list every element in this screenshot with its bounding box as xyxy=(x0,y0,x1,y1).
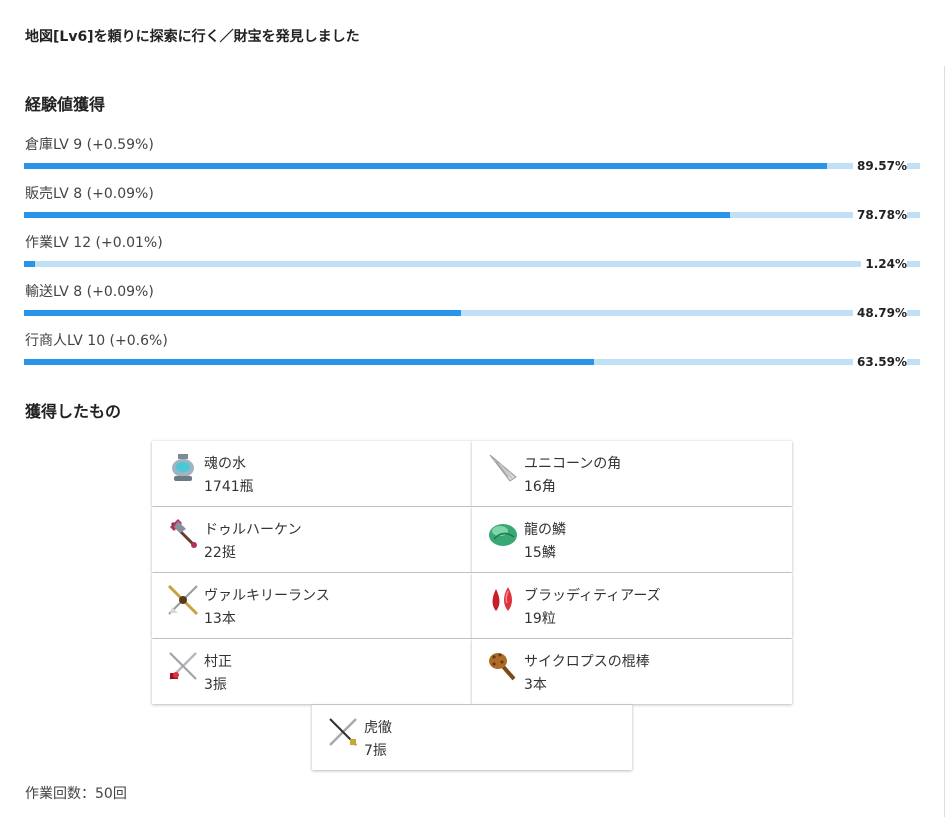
exp-list: 倉庫LV 9 (+0.59%) 89.57% 販売LV 8 (+0.09%) 7… xyxy=(24,134,920,379)
exp-percent: 1.24% xyxy=(861,257,907,271)
item-count: 15鱗 xyxy=(524,545,556,561)
exp-label: 輸送LV 8 (+0.09%) xyxy=(25,284,154,300)
soul-water-icon xyxy=(166,451,200,485)
exp-row-work: 作業LV 12 (+0.01%) 1.24% xyxy=(24,232,920,281)
item-count: 22挺 xyxy=(204,545,236,561)
item-card-kotetsu[interactable]: 虎徹 7振 xyxy=(312,705,632,770)
exp-label: 倉庫LV 9 (+0.59%) xyxy=(25,137,154,153)
item-count: 16角 xyxy=(524,479,556,495)
unicorn-horn-icon xyxy=(486,451,520,485)
item-name: ヴァルキリーランス xyxy=(204,588,330,604)
exp-row-peddler: 行商人LV 10 (+0.6%) 63.59% xyxy=(24,330,920,379)
item-name: 村正 xyxy=(204,654,232,670)
item-count: 13本 xyxy=(204,611,236,627)
item-card-muramasa[interactable]: 村正 3振 xyxy=(152,639,472,704)
exp-progress-track xyxy=(24,212,920,218)
item-count: 1741瓶 xyxy=(204,479,254,495)
exp-progress-fill xyxy=(24,163,827,169)
item-name: 龍の鱗 xyxy=(524,522,566,538)
scrollbar-track[interactable] xyxy=(944,66,945,817)
exp-percent: 48.79% xyxy=(853,306,907,320)
exp-label: 行商人LV 10 (+0.6%) xyxy=(25,333,168,349)
item-count: 7振 xyxy=(364,743,387,759)
exp-row-warehouse: 倉庫LV 9 (+0.59%) 89.57% xyxy=(24,134,920,183)
exp-label: 作業LV 12 (+0.01%) xyxy=(25,235,163,251)
exp-percent: 78.78% xyxy=(853,208,907,222)
work-count: 作業回数：50回 xyxy=(25,786,127,802)
item-card-bloody-tears[interactable]: ブラッディティアーズ 19粒 xyxy=(472,573,792,638)
exp-row-transport: 輸送LV 8 (+0.09%) 48.79% xyxy=(24,281,920,330)
exp-section-title: 経験値獲得 xyxy=(25,95,106,114)
exp-progress-fill xyxy=(24,212,730,218)
result-headline: 地図[Lv6]を頼りに探索に行く／財宝を発見しました xyxy=(25,29,360,45)
item-card-unicorn-horn[interactable]: ユニコーンの角 16角 xyxy=(472,441,792,506)
bloody-tears-icon xyxy=(486,583,520,617)
valkyrie-lance-icon xyxy=(166,583,200,617)
item-card-valkyrie-lance[interactable]: ヴァルキリーランス 13本 xyxy=(152,573,472,638)
item-card-cyclops-club[interactable]: サイクロプスの棍棒 3本 xyxy=(472,639,792,704)
muramasa-icon xyxy=(166,649,200,683)
item-card-dragon-scale[interactable]: 龍の鱗 15鱗 xyxy=(472,507,792,572)
exp-progress-fill xyxy=(24,310,462,316)
item-name: 虎徹 xyxy=(364,720,392,736)
exp-percent: 89.57% xyxy=(853,159,907,173)
exp-percent: 63.59% xyxy=(853,355,907,369)
items-section-title: 獲得したもの xyxy=(25,402,122,421)
durhaken-icon xyxy=(166,517,200,551)
item-name: サイクロプスの棍棒 xyxy=(524,654,650,670)
exp-progress-track xyxy=(24,359,920,365)
cyclops-club-icon xyxy=(486,649,520,683)
item-card-soul-water[interactable]: 魂の水 1741瓶 xyxy=(152,441,472,506)
item-name: ドゥルハーケン xyxy=(204,522,302,538)
exp-progress-fill xyxy=(24,359,594,365)
exp-label: 販売LV 8 (+0.09%) xyxy=(25,186,154,202)
kotetsu-icon xyxy=(326,715,360,749)
exp-progress-track xyxy=(24,310,920,316)
item-count: 3振 xyxy=(204,677,227,693)
item-name: ブラッディティアーズ xyxy=(524,588,661,604)
exp-row-sales: 販売LV 8 (+0.09%) 78.78% xyxy=(24,183,920,232)
item-name: ユニコーンの角 xyxy=(524,456,622,472)
item-count: 3本 xyxy=(524,677,547,693)
exp-progress-track xyxy=(24,163,920,169)
dragon-scale-icon xyxy=(486,517,520,551)
item-card-durhaken[interactable]: ドゥルハーケン 22挺 xyxy=(152,507,472,572)
exp-progress-fill xyxy=(24,261,36,267)
item-count: 19粒 xyxy=(524,611,556,627)
item-name: 魂の水 xyxy=(204,456,246,472)
exp-progress-track xyxy=(24,261,920,267)
